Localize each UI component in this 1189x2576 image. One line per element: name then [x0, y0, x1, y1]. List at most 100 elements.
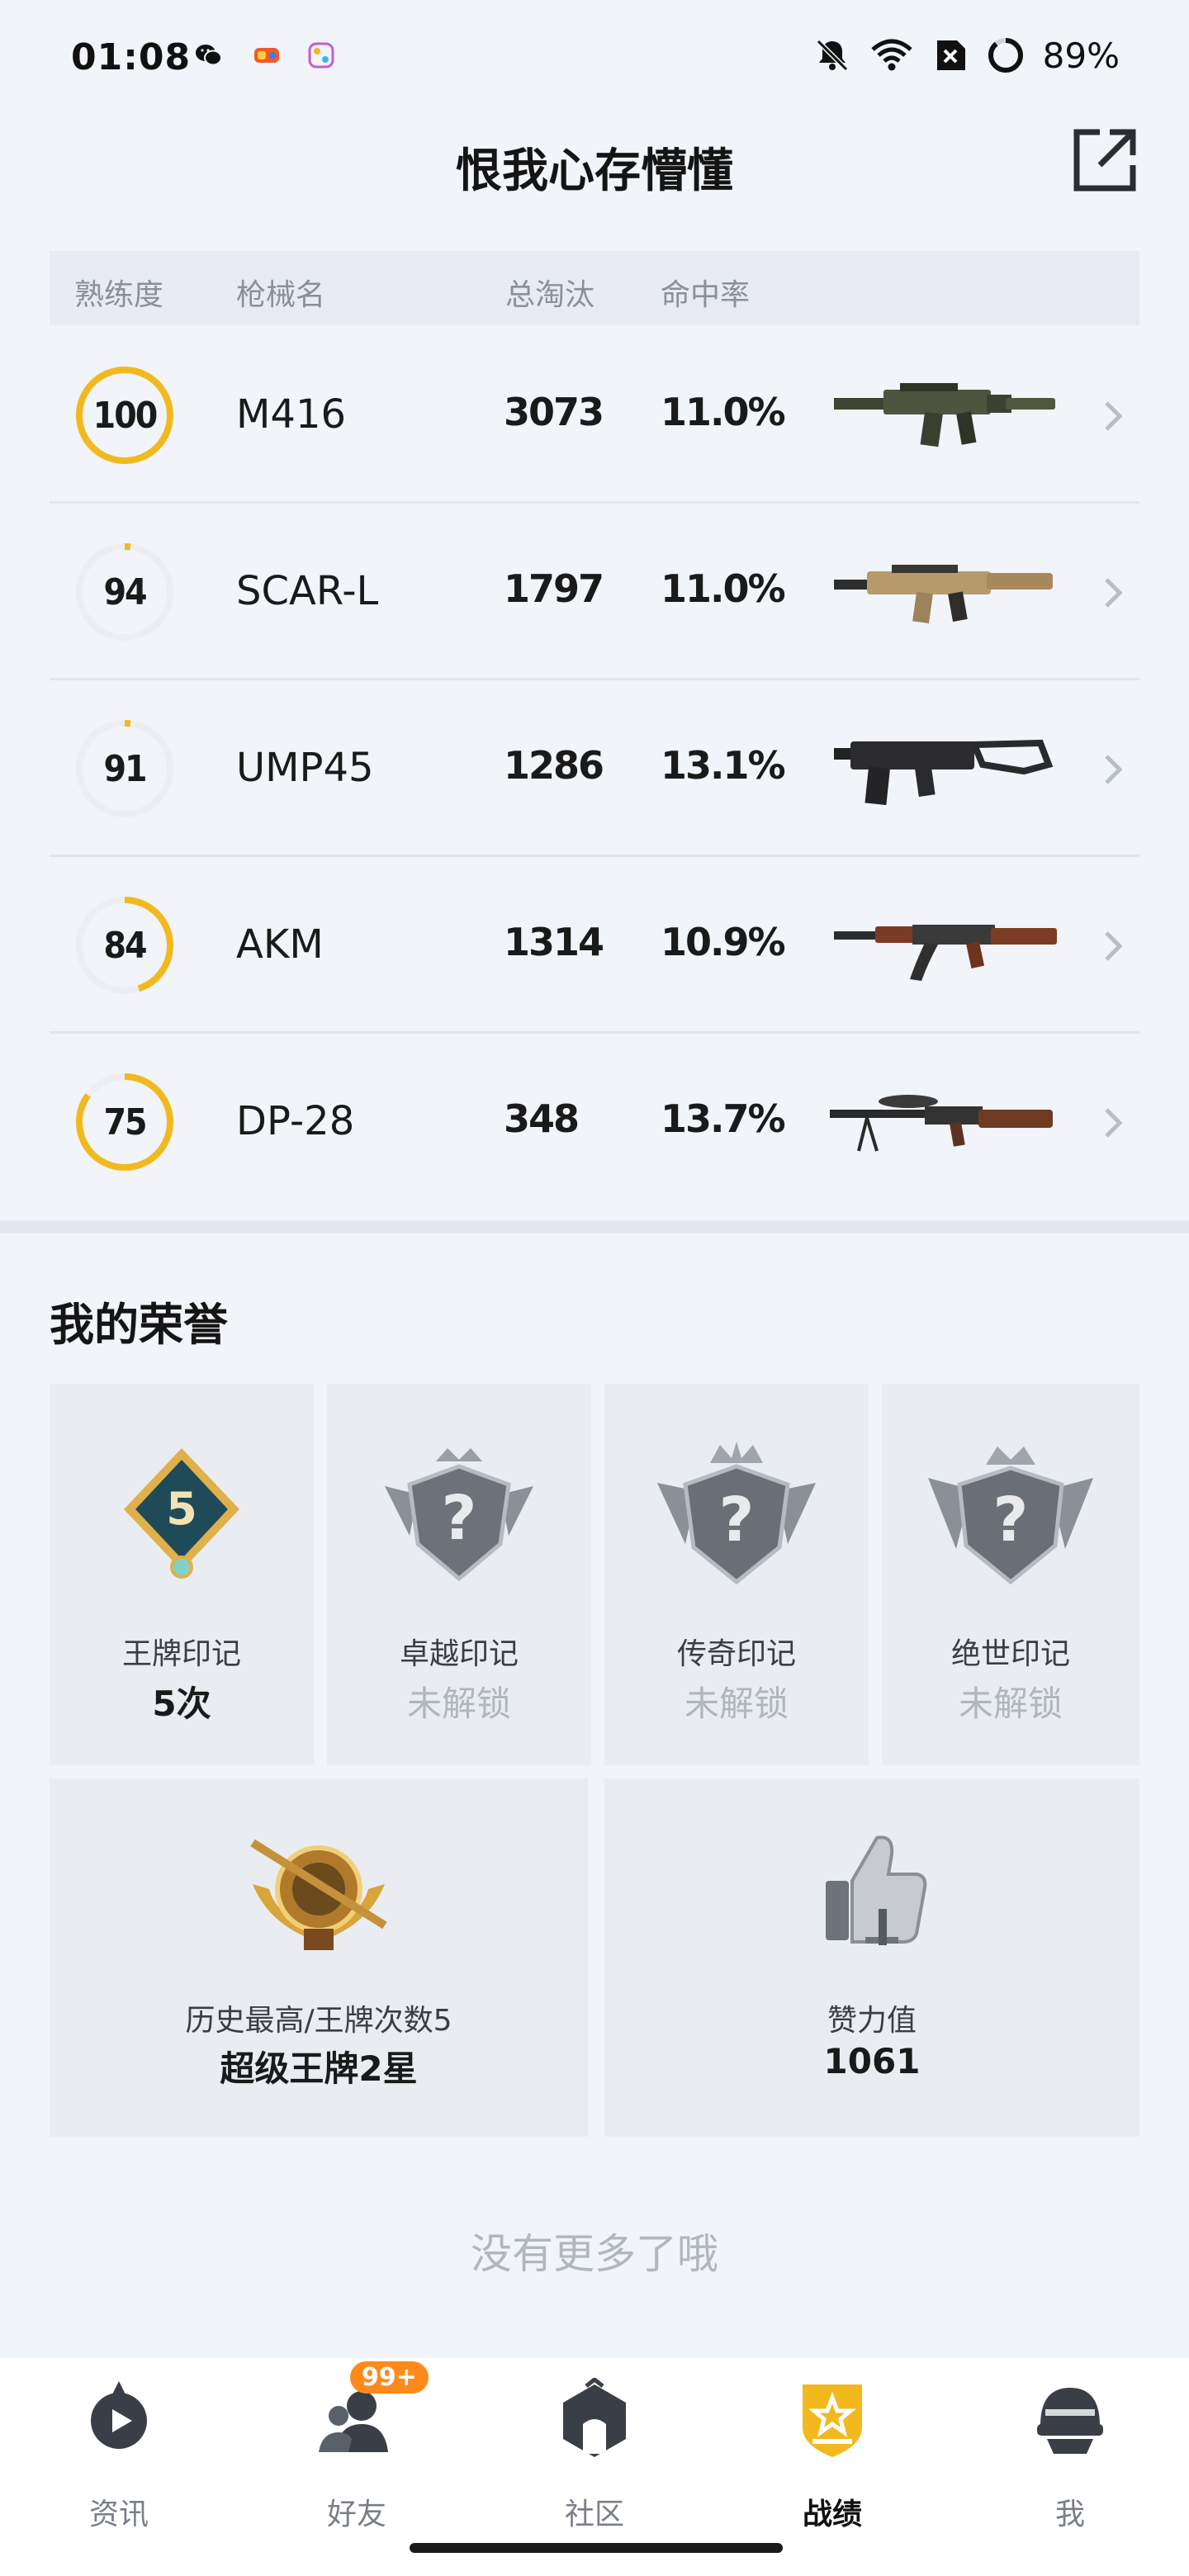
col-mastery: 熟练度	[74, 278, 164, 312]
nav-item-community[interactable]: 社区	[512, 2378, 677, 2535]
record-icon	[803, 2384, 862, 2457]
weapon-name: M416	[236, 391, 347, 438]
weapon-row-akm[interactable]: 84 AKM 1314 10.9%	[50, 857, 1139, 1034]
honor-card-peerless[interactable]: ? 绝世印记 未解锁	[882, 1384, 1139, 1765]
wifi-icon	[871, 39, 912, 71]
nav-item-record[interactable]: 战绩	[750, 2378, 915, 2535]
battery-percent: 89%	[1042, 35, 1120, 76]
thumbs-up-icon	[826, 1835, 927, 1945]
ace-mark-icon: 5	[124, 1448, 239, 1579]
chevron-right-icon	[1105, 931, 1123, 961]
ace-mark-number: 5	[166, 1483, 197, 1535]
status-right-group: 89%	[813, 35, 1120, 76]
nav-item-news[interactable]: 资讯	[36, 2378, 201, 2535]
likes-card[interactable]: 赞力值 1061	[604, 1778, 1139, 2137]
honor-label: 卓越印记	[399, 1637, 519, 1671]
page-title: 恨我心存懵懂	[456, 144, 733, 198]
nav-label: 资讯	[88, 2498, 149, 2531]
page-header: 恨我心存懵懂	[0, 116, 1189, 215]
weapon-table-header: 熟练度 枪械名 总淘汰 命中率	[50, 251, 1139, 325]
locked-shield-icon: ?	[928, 1447, 1093, 1585]
chevron-right-icon	[1105, 755, 1123, 784]
nav-label: 好友	[326, 2498, 386, 2531]
mastery-value: 94	[103, 571, 147, 613]
weapon-row-dp-28[interactable]: 75 DP-28 348 13.7%	[50, 1034, 1139, 1210]
honor-label: 历史最高/王牌次数5	[185, 2004, 452, 2038]
locked-shield-icon: ?	[657, 1442, 816, 1585]
mastery-value: 91	[103, 747, 147, 790]
col-weapon-name: 枪械名	[236, 278, 326, 312]
nav-label: 社区	[564, 2498, 624, 2531]
weapon-row-scar-l[interactable]: 94 SCAR-L 1797 11.0%	[50, 504, 1139, 680]
svg-text:?: ?	[719, 1485, 755, 1556]
nav-label: 战绩	[802, 2498, 862, 2531]
highest-rank-card[interactable]: 历史最高/王牌次数5 超级王牌2星	[50, 1778, 588, 2137]
community-icon	[563, 2378, 626, 2457]
mastery-value: 100	[92, 394, 159, 437]
honor-label: 绝世印记	[950, 1637, 1070, 1671]
news-icon	[91, 2381, 147, 2449]
weapon-name: AKM	[236, 921, 324, 968]
honor-label: 王牌印记	[121, 1637, 241, 1671]
home-indicator[interactable]	[410, 2543, 783, 2553]
col-hit-rate: 命中率	[661, 278, 751, 312]
svg-text:?: ?	[442, 1483, 477, 1554]
m416-rifle-image	[834, 383, 1055, 447]
weapon-hit-rate: 11.0%	[661, 390, 786, 434]
honor-value: 5次	[152, 1683, 211, 1724]
weapon-hit-rate: 13.7%	[661, 1096, 786, 1141]
ump45-smg-image	[834, 739, 1054, 806]
weapon-name: SCAR-L	[236, 568, 379, 614]
chevron-right-icon	[1105, 578, 1123, 608]
honor-value: 未解锁	[958, 1683, 1063, 1724]
wechat-icon	[196, 45, 222, 66]
honor-label: 传奇印记	[676, 1637, 796, 1671]
weapon-name: DP-28	[236, 1098, 355, 1144]
svg-text:?: ?	[993, 1485, 1029, 1556]
honors-title: 我的荣誉	[50, 1299, 228, 1351]
mastery-value: 84	[103, 924, 147, 967]
weapon-kills: 3073	[504, 390, 604, 434]
status-bar: 01:08 89%	[0, 0, 1189, 107]
weapon-kills: 348	[504, 1096, 580, 1141]
section-divider	[0, 1220, 1189, 1234]
col-total-kills: 总淘汰	[505, 278, 595, 312]
honor-value: 1061	[823, 2041, 921, 2081]
no-more-text: 没有更多了哦	[471, 2230, 718, 2278]
weapon-row-ump45[interactable]: 91 UMP45 1286 13.1%	[50, 680, 1139, 857]
honor-card-legend[interactable]: ? 传奇印记 未解锁	[604, 1384, 869, 1765]
weapon-hit-rate: 13.1%	[661, 743, 786, 788]
weapon-list: 100 M416 3073 11.0% 94 SCAR-L 1797 11.0%	[50, 327, 1139, 1210]
mute-bell-icon	[816, 39, 848, 72]
weapon-kills: 1797	[504, 566, 604, 611]
battery-ring-icon	[988, 38, 1023, 73]
weapon-kills: 1286	[504, 743, 604, 788]
honor-card-ace[interactable]: 5 王牌印记 5次	[50, 1384, 314, 1765]
weapon-kills: 1314	[504, 920, 604, 964]
honor-value: 未解锁	[684, 1683, 789, 1724]
chevron-right-icon	[1105, 1108, 1123, 1138]
weapon-row-m416[interactable]: 100 M416 3073 11.0%	[50, 327, 1139, 504]
weapon-name: UMP45	[236, 745, 374, 791]
weapon-hit-rate: 11.0%	[661, 566, 786, 611]
honor-card-excellence[interactable]: ? 卓越印记 未解锁	[327, 1384, 591, 1765]
nav-item-friends[interactable]: 99+ 好友	[274, 2361, 439, 2535]
sim-x-icon	[936, 40, 965, 70]
game-app-icon	[254, 48, 279, 63]
share-external-icon[interactable]	[1070, 125, 1139, 195]
nav-item-profile[interactable]: 我	[988, 2378, 1153, 2535]
honor-value: 超级王牌2星	[220, 2048, 418, 2089]
weapon-hit-rate: 10.9%	[661, 920, 786, 964]
dp28-lmg-image	[830, 1095, 1053, 1152]
mastery-value: 75	[103, 1101, 147, 1144]
chevron-right-icon	[1105, 401, 1123, 431]
super-ace-rank-icon	[250, 1839, 387, 1950]
akm-rifle-image	[834, 925, 1057, 981]
status-time: 01:08	[71, 36, 192, 78]
honor-label: 赞力值	[827, 2004, 917, 2038]
scar-l-rifle-image	[834, 565, 1053, 624]
profile-icon	[1037, 2388, 1103, 2454]
gallery-app-icon	[308, 42, 334, 69]
locked-shield-icon: ?	[385, 1448, 533, 1582]
friends-badge: 99+	[350, 2361, 429, 2394]
